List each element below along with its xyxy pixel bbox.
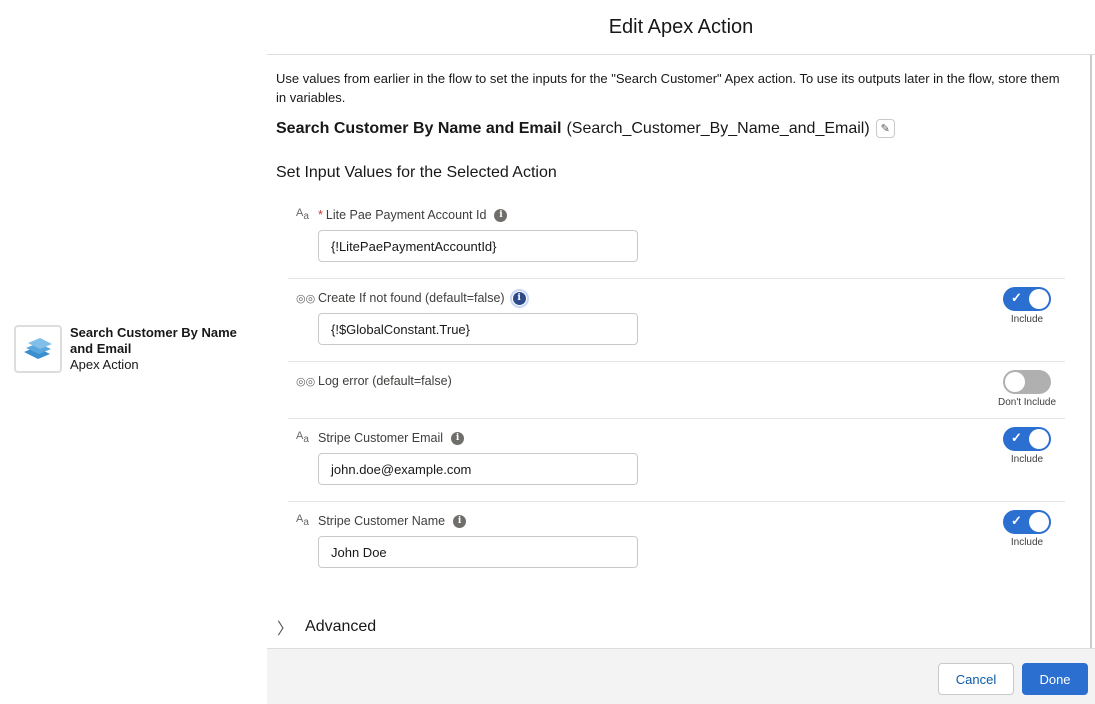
info-icon[interactable]: i: [494, 208, 508, 222]
modal-title: Edit Apex Action: [608, 15, 754, 38]
modal-footer: Cancel Done: [267, 648, 1095, 704]
modal-body: Use values from earlier in the flow to s…: [267, 55, 1095, 648]
action-api-name: (Search_Customer_By_Name_and_Email): [566, 119, 870, 137]
input-row-customer-email: Aa Stripe Customer Email i john.doe@exampl…: [288, 419, 1065, 502]
canvas-node-apex-action[interactable]: Search Customer By Name and Email Apex A…: [14, 325, 250, 373]
toggle-label: Include: [1010, 454, 1044, 465]
advanced-label: Advanced: [305, 618, 377, 635]
description: Use values from earlier in the flow to s…: [276, 71, 1060, 105]
check-icon: ✓: [1011, 430, 1022, 445]
edit-apex-action-modal: Edit Apex Action Use values from earlier…: [267, 0, 1095, 704]
chevron-right-icon: 〉: [277, 621, 294, 638]
input-row-log-error: ◎◎ Log error (default=false) Don't Includ…: [288, 362, 1065, 419]
create-if-not-found-input[interactable]: {!$GlobalConstant.True}: [318, 313, 638, 345]
customer-email-input[interactable]: john.doe@example.com: [318, 453, 638, 485]
section-title: Set Input Values for the Selected Action: [276, 164, 557, 181]
boolean-type-icon: ◎◎: [296, 375, 316, 388]
info-icon[interactable]: i: [451, 431, 465, 445]
edit-pencil-icon[interactable]: ✎: [875, 119, 895, 138]
input-label: Lite Pae Payment Account Id: [325, 208, 487, 222]
flow-canvas: Search Customer By Name and Email Apex A…: [0, 0, 267, 704]
info-icon[interactable]: i: [453, 514, 467, 528]
check-icon: ✓: [1011, 290, 1022, 305]
scrollbar[interactable]: [1090, 55, 1092, 648]
input-row-create-if-not-found: ◎◎ Create If not found (default=false) i {…: [288, 279, 1065, 362]
cancel-button[interactable]: Cancel: [938, 663, 1014, 695]
text-type-icon: Aa: [296, 207, 309, 223]
include-toggle[interactable]: Don't Include: [997, 370, 1057, 408]
modal-header: Edit Apex Action: [267, 0, 1095, 55]
node-title: Search Customer By Name and Email: [70, 325, 237, 356]
apex-action-layers-icon: [14, 325, 62, 373]
check-icon: ✓: [1011, 513, 1022, 528]
required-marker: *: [318, 208, 323, 222]
customer-name-input[interactable]: John Doe: [318, 536, 638, 568]
node-subtitle: Apex Action: [70, 357, 139, 372]
input-row-account-id: Aa * Lite Pae Payment Account Id i {!LitePa…: [288, 196, 1065, 279]
include-toggle[interactable]: ✓ Include: [997, 287, 1057, 325]
include-toggle[interactable]: ✓ Include: [997, 427, 1057, 465]
advanced-section-toggle[interactable]: 〉 Advanced: [277, 615, 376, 639]
done-button[interactable]: Done: [1022, 663, 1088, 695]
info-icon[interactable]: i: [509, 288, 529, 308]
input-label: Stripe Customer Email: [318, 431, 444, 445]
action-label: Search Customer By Name and Email: [276, 119, 562, 137]
toggle-label: Include: [1010, 537, 1044, 548]
toggle-label: Include: [1010, 314, 1044, 325]
toggle-label: Don't Include: [997, 397, 1057, 408]
account-id-input[interactable]: {!LitePaePaymentAccountId}: [318, 230, 638, 262]
input-row-customer-name: Aa Stripe Customer Name i John Doe ✓ Includ…: [288, 502, 1065, 584]
input-label: Stripe Customer Name: [318, 514, 446, 528]
boolean-type-icon: ◎◎: [296, 292, 316, 305]
input-label: Log error (default=false): [318, 374, 452, 388]
text-type-icon: Aa: [296, 513, 309, 529]
include-toggle[interactable]: ✓ Include: [997, 510, 1057, 548]
input-label: Create If not found (default=false): [318, 291, 505, 305]
text-type-icon: Aa: [296, 430, 309, 446]
